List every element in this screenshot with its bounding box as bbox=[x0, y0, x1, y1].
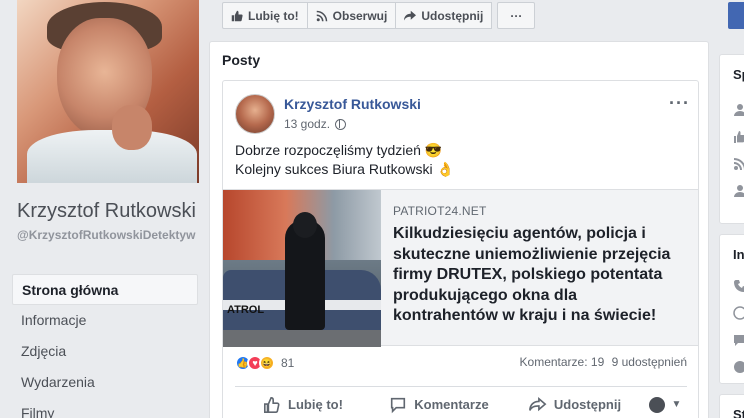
thumbs-up-icon bbox=[733, 130, 744, 144]
share-page-button[interactable]: Udostępnij bbox=[395, 2, 493, 29]
link-title[interactable]: Kilkudziesięciu agentów, policja i skute… bbox=[393, 224, 683, 327]
follow-button[interactable]: Obserwuj bbox=[306, 2, 397, 29]
share-arrow-icon bbox=[404, 10, 417, 20]
post-author[interactable]: Krzysztof Rutkowski bbox=[284, 96, 421, 112]
nav-item-about[interactable]: Informacje bbox=[12, 305, 198, 336]
more-icon: ··· bbox=[510, 8, 523, 23]
page-name: Krzysztof Rutkowski bbox=[17, 200, 196, 222]
comments-count[interactable]: Komentarze: 19 bbox=[520, 355, 605, 369]
post-text-line-2: Kolejny sukces Biura Rutkowski 👌 bbox=[235, 161, 454, 177]
post-like-label: Lubię to! bbox=[288, 397, 343, 412]
reaction-count: 81 bbox=[281, 356, 295, 370]
nav-item-events[interactable]: Wydarzenia bbox=[12, 367, 198, 398]
phone-icon bbox=[733, 279, 744, 293]
people-icon bbox=[733, 103, 744, 117]
right-card-title: In bbox=[733, 247, 744, 262]
right-card-title: Sp bbox=[733, 67, 744, 82]
share-page-label: Udostępnij bbox=[421, 8, 484, 23]
globe-icon bbox=[733, 306, 744, 320]
page-handle[interactable]: @KrzysztofRutkowskiDetektyw bbox=[17, 227, 197, 243]
like-page-button[interactable]: Lubię to! bbox=[222, 2, 308, 29]
author-avatar[interactable] bbox=[235, 94, 275, 134]
follow-label: Obserwuj bbox=[332, 8, 388, 23]
reactions-summary[interactable]: 👍 ♥ 😆 81 bbox=[235, 355, 294, 371]
post-counts: Komentarze: 19 9 udostępnień bbox=[516, 355, 687, 369]
right-card-title: St bbox=[733, 407, 744, 418]
post-timestamp: 13 godz. bbox=[284, 117, 347, 131]
nav-item-home[interactable]: Strona główna bbox=[12, 274, 198, 305]
post-like-button[interactable]: Lubię to! bbox=[235, 389, 371, 418]
post-as-selector[interactable]: ▼ bbox=[643, 389, 687, 418]
globe-icon bbox=[335, 118, 347, 130]
person-icon bbox=[733, 184, 744, 198]
post-text: Dobrze rozpoczęliśmy tydzień 😎 Kolejny s… bbox=[235, 141, 454, 179]
comment-icon bbox=[391, 397, 406, 413]
message-icon bbox=[733, 333, 744, 347]
post-text-line-1: Dobrze rozpoczęliśmy tydzień 😎 bbox=[235, 142, 443, 158]
left-column: Krzysztof Rutkowski @KrzysztofRutkowskiD… bbox=[0, 0, 210, 418]
profile-hand bbox=[112, 105, 152, 150]
posts-heading: Posty bbox=[222, 52, 261, 68]
link-preview[interactable]: ATROL PATRIOT24.NET Kilkudziesięciu agen… bbox=[223, 189, 698, 347]
profile-picture[interactable] bbox=[17, 0, 199, 183]
primary-action-button[interactable] bbox=[728, 2, 744, 29]
nav-item-photos[interactable]: Zdjęcia bbox=[12, 336, 198, 367]
more-options-button[interactable]: ··· bbox=[497, 2, 536, 29]
rss-icon bbox=[316, 10, 327, 21]
chevron-down-icon: ▼ bbox=[671, 399, 682, 410]
right-card-other: St bbox=[719, 394, 744, 418]
page-nav: Strona główna Informacje Zdjęcia Wydarze… bbox=[12, 274, 198, 418]
share-arrow-icon bbox=[528, 396, 547, 411]
image-person-head bbox=[293, 212, 317, 238]
haha-reaction-icon: 😆 bbox=[259, 355, 275, 371]
link-body: PATRIOT24.NET Kilkudziesięciu agentów, p… bbox=[393, 204, 683, 327]
link-domain: PATRIOT24.NET bbox=[393, 204, 487, 218]
like-page-label: Lubię to! bbox=[248, 8, 299, 23]
link-image: ATROL bbox=[223, 190, 381, 347]
shares-count[interactable]: 9 udostępnień bbox=[612, 355, 687, 369]
post-comment-label: Komentarze bbox=[414, 397, 489, 412]
post-share-button[interactable]: Udostępnij bbox=[507, 389, 643, 418]
post-card: Krzysztof Rutkowski 13 godz. ··· Dobrze … bbox=[222, 80, 699, 418]
thumbs-up-icon bbox=[231, 10, 243, 21]
page-action-bar: Lubię to! Obserwuj Udostępnij ··· bbox=[222, 2, 536, 29]
posts-panel: Posty Krzysztof Rutkowski 13 godz. ··· D… bbox=[209, 41, 709, 418]
thumbs-up-icon bbox=[264, 396, 280, 413]
image-ground bbox=[223, 330, 381, 347]
post-options-icon[interactable]: ··· bbox=[669, 93, 690, 114]
right-card-info: In bbox=[719, 234, 744, 384]
image-car-text: ATROL bbox=[227, 304, 265, 316]
nav-item-videos[interactable]: Filmy bbox=[12, 398, 198, 418]
rss-icon bbox=[733, 157, 744, 171]
info-icon bbox=[733, 360, 744, 374]
right-card-community: Sp bbox=[719, 54, 744, 224]
post-share-label: Udostępnij bbox=[553, 397, 622, 412]
viewer-avatar bbox=[648, 396, 665, 413]
post-actions: Lubię to! Komentarze Udostępnij ▼ bbox=[235, 386, 687, 418]
post-stats: 👍 ♥ 😆 81 Komentarze: 19 9 udostępnień bbox=[235, 355, 687, 375]
profile-shirt bbox=[27, 130, 197, 183]
post-comment-button[interactable]: Komentarze bbox=[371, 389, 507, 418]
post-time[interactable]: 13 godz. bbox=[284, 117, 330, 131]
